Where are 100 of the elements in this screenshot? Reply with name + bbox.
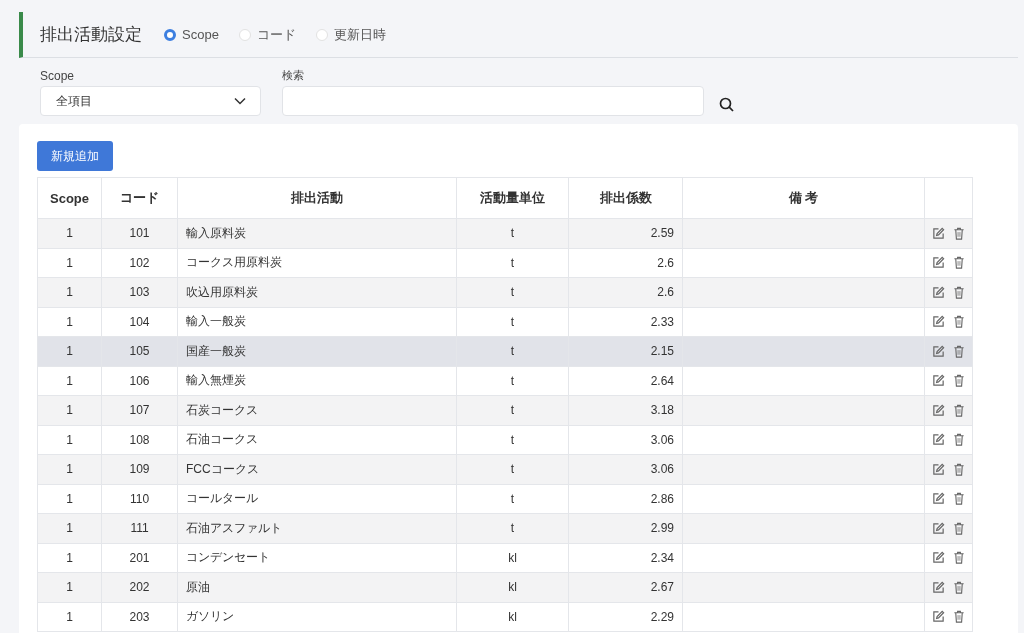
table-cell: 2.29 bbox=[568, 602, 683, 632]
table-cell: 2.99 bbox=[568, 513, 683, 543]
table-cell: コールタール bbox=[177, 484, 457, 514]
table-cell: t bbox=[456, 277, 569, 307]
table-cell: 201 bbox=[101, 543, 178, 573]
table-cell: 2.33 bbox=[568, 307, 683, 337]
table-cell: 103 bbox=[101, 277, 178, 307]
table-cell: kl bbox=[456, 602, 569, 632]
table-cell: t bbox=[456, 513, 569, 543]
trash-icon[interactable] bbox=[953, 551, 965, 565]
edit-icon[interactable] bbox=[932, 403, 945, 417]
scope-select[interactable]: 全項目 bbox=[40, 86, 261, 116]
table-cell: t bbox=[456, 395, 569, 425]
table-cell: ガソリン bbox=[177, 602, 457, 632]
table-cell: 104 bbox=[101, 307, 178, 337]
table-cell: 110 bbox=[101, 484, 178, 514]
edit-icon[interactable] bbox=[932, 551, 945, 565]
column-header: 排出係数 bbox=[568, 177, 683, 219]
trash-icon[interactable] bbox=[953, 580, 965, 594]
trash-icon[interactable] bbox=[953, 315, 965, 329]
table-cell: 国産一般炭 bbox=[177, 336, 457, 366]
table-cell: 2.59 bbox=[568, 218, 683, 248]
table-cell: 吹込用原料炭 bbox=[177, 277, 457, 307]
trash-icon[interactable] bbox=[953, 226, 965, 240]
table-cell: 石油コークス bbox=[177, 425, 457, 455]
table-cell: 2.64 bbox=[568, 366, 683, 396]
table-cell: 原油 bbox=[177, 572, 457, 602]
table-cell: 輸入無煙炭 bbox=[177, 366, 457, 396]
edit-icon[interactable] bbox=[932, 344, 945, 358]
search-icon[interactable] bbox=[719, 97, 734, 112]
trash-icon[interactable] bbox=[953, 610, 965, 624]
trash-icon[interactable] bbox=[953, 403, 965, 417]
table-cell: 1 bbox=[37, 218, 102, 248]
table-cell: 1 bbox=[37, 307, 102, 337]
edit-icon[interactable] bbox=[932, 433, 945, 447]
table-cell: 202 bbox=[101, 572, 178, 602]
table-cell: 107 bbox=[101, 395, 178, 425]
table-cell: 102 bbox=[101, 248, 178, 278]
table-cell: 3.06 bbox=[568, 425, 683, 455]
edit-icon[interactable] bbox=[932, 315, 945, 329]
table-cell: 2.34 bbox=[568, 543, 683, 573]
table-cell: 1 bbox=[37, 277, 102, 307]
table-cell: 105 bbox=[101, 336, 178, 366]
table-cell: t bbox=[456, 336, 569, 366]
table-cell: 1 bbox=[37, 336, 102, 366]
table-cell: 3.06 bbox=[568, 454, 683, 484]
edit-icon[interactable] bbox=[932, 492, 945, 506]
table-cell: 1 bbox=[37, 366, 102, 396]
trash-icon[interactable] bbox=[953, 462, 965, 476]
sort-radio[interactable]: 更新日時 bbox=[315, 25, 386, 44]
field-label: 検索 bbox=[282, 68, 305, 83]
trash-icon[interactable] bbox=[953, 492, 965, 506]
table-cell: 1 bbox=[37, 454, 102, 484]
table-cell: 1 bbox=[37, 513, 102, 543]
sort-radio[interactable]: コード bbox=[238, 25, 296, 44]
table-cell: 111 bbox=[101, 513, 178, 543]
trash-icon[interactable] bbox=[953, 285, 965, 299]
column-header: 備 考 bbox=[682, 177, 925, 219]
edit-icon[interactable] bbox=[932, 521, 945, 535]
search-field[interactable] bbox=[282, 86, 704, 116]
table-cell: コークス用原料炭 bbox=[177, 248, 457, 278]
trash-icon[interactable] bbox=[953, 344, 965, 358]
edit-icon[interactable] bbox=[932, 226, 945, 240]
add-button[interactable]: 新規追加 bbox=[37, 141, 113, 171]
edit-icon[interactable] bbox=[932, 374, 945, 388]
table-cell: 2.86 bbox=[568, 484, 683, 514]
table-cell: t bbox=[456, 366, 569, 396]
table-cell: 1 bbox=[37, 543, 102, 573]
table-cell: t bbox=[456, 454, 569, 484]
table-cell: 2.67 bbox=[568, 572, 683, 602]
edit-icon[interactable] bbox=[932, 285, 945, 299]
table-cell: t bbox=[456, 248, 569, 278]
table-cell: 2.6 bbox=[568, 248, 683, 278]
table-cell: 石油アスファルト bbox=[177, 513, 457, 543]
table-cell: t bbox=[456, 425, 569, 455]
edit-icon[interactable] bbox=[932, 256, 945, 270]
chevron-icon bbox=[234, 97, 246, 105]
table-cell: 1 bbox=[37, 425, 102, 455]
edit-icon[interactable] bbox=[932, 580, 945, 594]
page-title: 排出活動設定 bbox=[40, 24, 142, 46]
table-cell: FCCコークス bbox=[177, 454, 457, 484]
table-cell: コンデンセート bbox=[177, 543, 457, 573]
trash-icon[interactable] bbox=[953, 521, 965, 535]
table-cell: 101 bbox=[101, 218, 178, 248]
table-cell: 輸入一般炭 bbox=[177, 307, 457, 337]
table-cell: 1 bbox=[37, 248, 102, 278]
edit-icon[interactable] bbox=[932, 462, 945, 476]
table-cell: 石炭コークス bbox=[177, 395, 457, 425]
table-cell: 109 bbox=[101, 454, 178, 484]
sort-radio[interactable]: Scope bbox=[164, 27, 219, 42]
column-header: Scope bbox=[37, 177, 102, 219]
table-cell: 3.18 bbox=[568, 395, 683, 425]
trash-icon[interactable] bbox=[953, 256, 965, 270]
trash-icon[interactable] bbox=[953, 374, 965, 388]
table-cell: t bbox=[456, 218, 569, 248]
table-cell: 1 bbox=[37, 484, 102, 514]
table-cell: kl bbox=[456, 572, 569, 602]
trash-icon[interactable] bbox=[953, 433, 965, 447]
edit-icon[interactable] bbox=[932, 610, 945, 624]
field-label: Scope bbox=[40, 69, 76, 83]
